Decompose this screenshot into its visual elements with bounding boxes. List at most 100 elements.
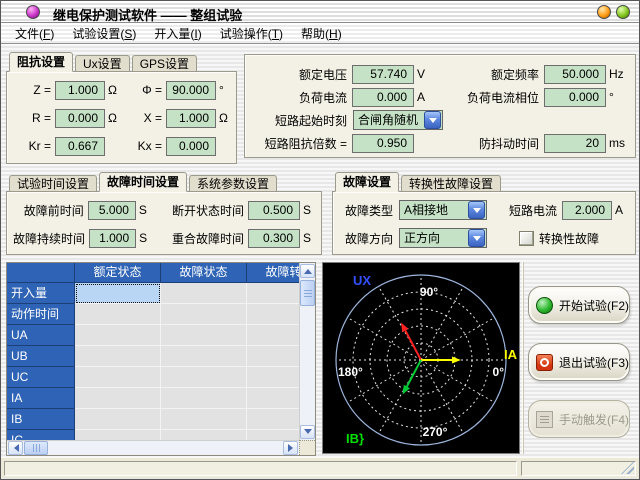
phi-unit: ° [219,83,231,97]
kr-input[interactable]: 0.667 [55,137,105,156]
table-row: IC [7,430,299,440]
table-cell[interactable] [161,346,247,367]
table-cell[interactable] [161,325,247,346]
open-state-time-input[interactable]: 0.500 [248,201,300,220]
row-header: IC [7,430,75,440]
scroll-left-icon[interactable] [8,441,23,455]
table-cell[interactable] [247,346,299,367]
status-message-right [521,461,636,476]
table-row: UB [7,346,299,367]
convert-fault-checkbox[interactable] [519,231,534,246]
impedance-multiple-input[interactable]: 0.950 [352,134,414,153]
rated-voltage-input[interactable]: 57.740 [352,65,414,84]
table-cell[interactable] [161,367,247,388]
load-current-input[interactable]: 0.000 [352,88,414,107]
fault-pre-time-input[interactable]: 5.000 [88,201,136,220]
status-bar [1,457,639,478]
horizontal-scroll-thumb[interactable] [24,441,48,455]
fault-type-select[interactable]: A相接地 [399,200,487,220]
short-circuit-current-input[interactable]: 2.000 [562,201,612,220]
svg-text:90°: 90° [420,285,438,299]
tab-system-param-settings[interactable]: 系统参数设置 [189,175,277,192]
fault-direction-select[interactable]: 正方向 [399,228,487,248]
fault-type-label: 故障类型 [339,202,393,219]
table-cell[interactable] [75,325,161,346]
table-cell[interactable] [247,367,299,388]
menu-help[interactable]: 帮助(H) [292,23,351,44]
resize-grip-icon[interactable] [621,461,634,474]
fault-duration-input[interactable]: 1.000 [89,229,136,248]
chevron-down-icon[interactable] [468,229,485,247]
rated-freq-input[interactable]: 50.000 [544,65,606,84]
kx-label: Kx = [122,139,162,153]
manual-trigger-icon [536,411,553,428]
x-label: X = [122,111,162,125]
table-cell[interactable] [75,409,161,430]
table-cell[interactable] [247,388,299,409]
kx-input[interactable]: 0.000 [166,137,216,156]
chevron-down-icon[interactable] [424,111,441,129]
fault-duration-label: 故障持续时间 [13,230,85,247]
menu-test-operation[interactable]: 试验操作(T) [211,23,292,44]
window-title: 继电保护测试软件 —— 整组试验 [53,5,242,24]
phi-input[interactable]: 90.000 [166,81,216,100]
menu-file[interactable]: 文件(F) [6,23,63,44]
chevron-down-icon[interactable] [468,201,485,219]
menu-test-settings[interactable]: 试验设置(S) [63,23,145,44]
svg-text:270°: 270° [423,425,448,439]
table-cell[interactable] [161,409,247,430]
title-bar: 继电保护测试软件 —— 整组试验 [1,1,639,23]
table-cell[interactable] [161,430,247,440]
open-state-time-unit: S [303,203,313,217]
load-current-label: 负荷电流 [251,89,347,106]
minimize-icon[interactable] [597,5,611,19]
r-input[interactable]: 0.000 [55,109,105,128]
tab-ux-settings[interactable]: Ux设置 [75,55,130,72]
scroll-up-icon[interactable] [300,264,315,278]
vertical-scroll-thumb[interactable] [300,280,315,306]
reclose-fault-time-input[interactable]: 0.300 [248,229,300,248]
fault-pre-time-label: 故障前时间 [13,202,84,219]
table-cell[interactable] [161,388,247,409]
fault-settings-panel: 故障设置 转换性故障设置 故障类型 A相接地 短路电流 2.000 A 故障方向 [332,172,636,255]
table-cell[interactable] [161,304,247,325]
table-cell[interactable] [247,304,299,325]
row-header: 开入量 [7,283,75,304]
menu-binary-input[interactable]: 开入量(I) [145,23,210,44]
x-input[interactable]: 1.000 [166,109,216,128]
short-start-select[interactable]: 合闸角随机 [353,110,443,130]
load-phase-unit: ° [609,90,625,104]
table-cell[interactable] [75,346,161,367]
table-cell[interactable] [75,430,161,440]
row-header: UC [7,367,75,388]
table-cell[interactable] [75,304,161,325]
table-row: IA [7,388,299,409]
system-menu-icon[interactable] [26,5,40,19]
tab-fault-settings[interactable]: 故障设置 [335,172,399,192]
table-cell[interactable] [247,325,299,346]
table-cell[interactable] [75,367,161,388]
phi-label: Φ = [122,83,162,97]
table-cell[interactable] [247,283,299,304]
row-header: UA [7,325,75,346]
table-cell[interactable] [247,409,299,430]
start-test-button[interactable]: 开始试验(F2) [528,286,630,324]
z-input[interactable]: 1.000 [55,81,105,100]
exit-test-button[interactable]: 退出试验(F3) [528,343,630,381]
load-phase-input[interactable]: 0.000 [544,88,606,107]
close-icon[interactable] [616,5,630,19]
scroll-right-icon[interactable] [283,441,298,455]
scroll-down-icon[interactable] [300,425,315,439]
tab-gps-settings[interactable]: GPS设置 [132,55,197,72]
table-cell[interactable] [247,430,299,440]
table-cell[interactable] [75,283,161,304]
tab-fault-time-settings[interactable]: 故障时间设置 [99,172,187,192]
tab-test-time-settings[interactable]: 试验时间设置 [9,175,97,192]
debounce-input[interactable]: 20 [544,134,606,153]
table-row: IB [7,409,299,430]
tab-impedance-settings[interactable]: 阻抗设置 [9,52,73,72]
vertical-scrollbar [299,263,315,440]
table-cell[interactable] [161,283,247,304]
tab-convert-fault-settings[interactable]: 转换性故障设置 [401,175,501,192]
table-cell[interactable] [75,388,161,409]
